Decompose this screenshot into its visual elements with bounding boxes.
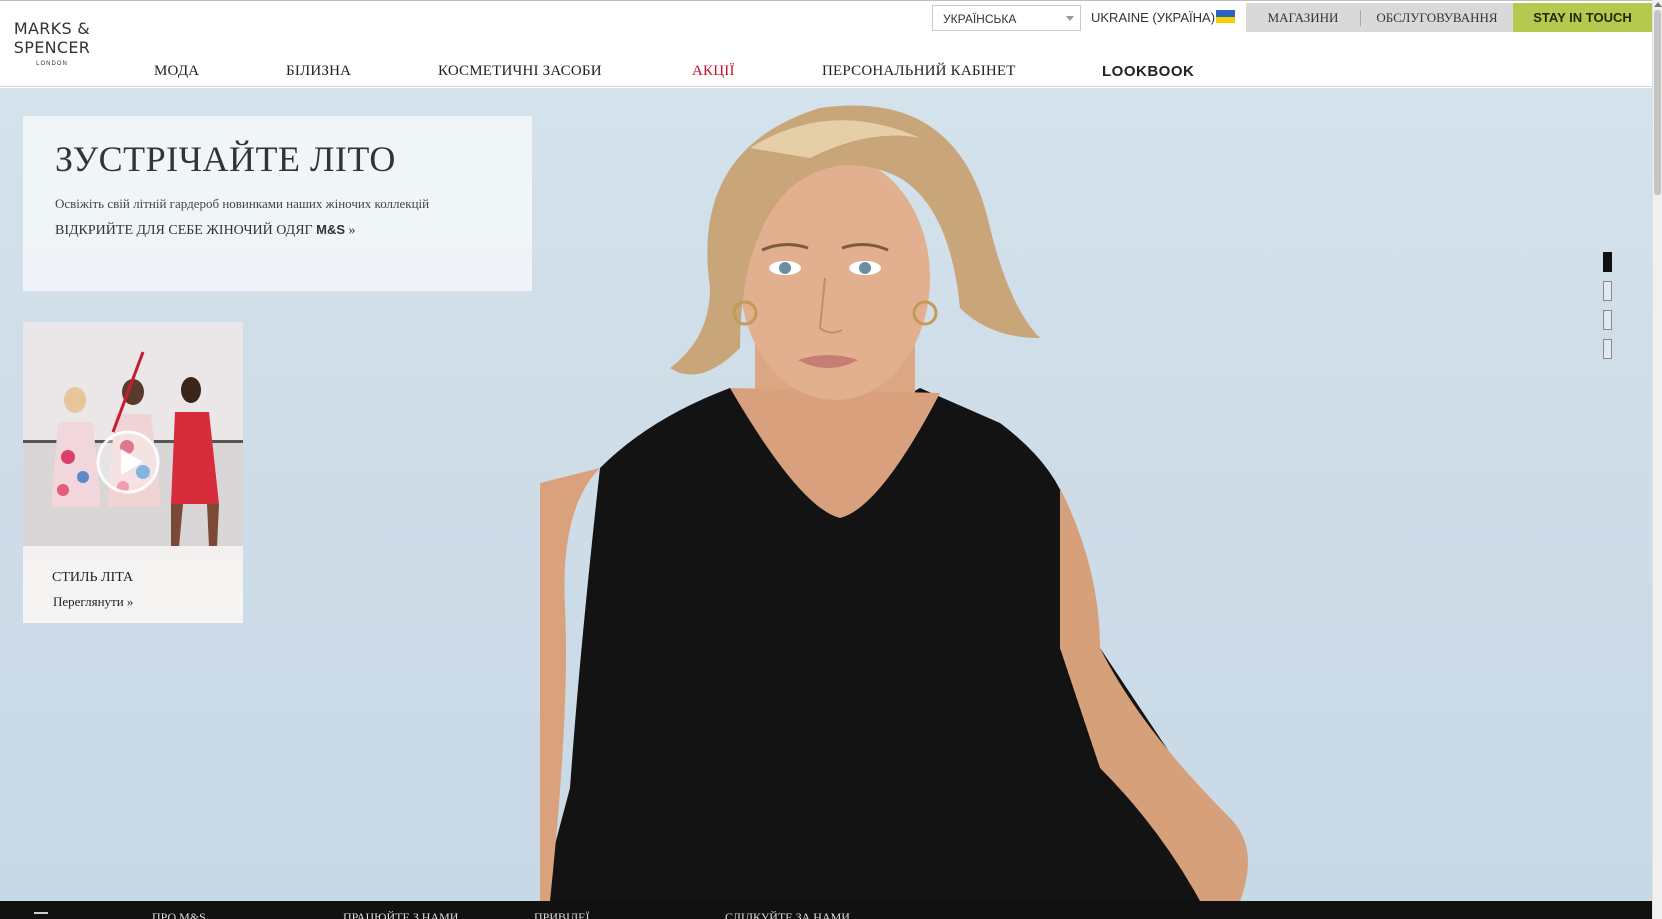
slide-dot-1[interactable] — [1603, 252, 1612, 272]
service-link[interactable]: ОБСЛУГОВУВАННЯ — [1361, 3, 1513, 32]
promo-subtitle: Освіжіть свій літній гардероб новинками … — [55, 196, 430, 211]
footer-item-follow-us[interactable]: СЛІДКУЙТЕ ЗА НАМИ — [725, 910, 850, 919]
video-card-title: СТИЛЬ ЛІТА — [52, 570, 134, 585]
promo-cta-text: ВІДКРИЙТЕ ДЛЯ СЕБЕ ЖІНОЧИЙ ОДЯГ — [55, 223, 313, 238]
nav-item-beauty[interactable]: КОСМЕТИЧНІ ЗАСОБИ — [438, 63, 602, 80]
promo-title: ЗУСТРІЧАЙТЕ ЛІТО — [55, 139, 396, 179]
promo-cta-brand: M&S — [316, 222, 346, 237]
logo-line-1: MARKS & — [13, 19, 91, 38]
slider-pagination — [1603, 252, 1613, 368]
footer-item-careers[interactable]: ПРАЦЮЙТЕ З НАМИ — [343, 910, 458, 919]
brand-logo[interactable]: MARKS & SPENCER LONDON — [10, 19, 94, 67]
video-card[interactable]: СТИЛЬ ЛІТА Переглянути » — [23, 322, 243, 623]
nav-item-lookbook[interactable]: LOOKBOOK — [1102, 63, 1194, 80]
chevron-down-icon — [1066, 16, 1074, 21]
site-footer: ПРО M&S ПРАЦЮЙТЕ З НАМИ ПРИВІЛЕЇ СЛІДКУЙ… — [0, 901, 1652, 919]
hero-banner[interactable]: ЗУСТРІЧАЙТЕ ЛІТО Освіжіть свій літній га… — [0, 88, 1652, 901]
promo-cta-arrow: » — [348, 223, 356, 238]
promo-panel: ЗУСТРІЧАЙТЕ ЛІТО Освіжіть свій літній га… — [23, 116, 532, 291]
nav-item-sale[interactable]: АКЦІЇ — [692, 63, 735, 80]
ukraine-flag-icon[interactable] — [1216, 10, 1235, 23]
video-card-link-text: Переглянути — [53, 594, 124, 609]
scroll-thumb[interactable] — [1654, 10, 1661, 195]
footer-item-privileges[interactable]: ПРИВІЛЕЇ — [534, 910, 589, 919]
slide-dot-3[interactable] — [1603, 310, 1612, 330]
footer-item-about[interactable]: ПРО M&S — [152, 910, 206, 919]
main-nav: МОДА БІЛИЗНА КОСМЕТИЧНІ ЗАСОБИ АКЦІЇ ПЕР… — [0, 63, 1240, 83]
play-icon[interactable] — [95, 429, 161, 495]
menu-icon[interactable] — [34, 912, 48, 914]
logo-line-2: SPENCER — [13, 38, 91, 57]
nav-item-personal-account[interactable]: ПЕРСОНАЛЬНИЙ КАБІНЕТ — [822, 63, 1016, 80]
hero-model-image — [540, 105, 1248, 901]
language-select[interactable]: УКРАЇНСЬКА — [932, 5, 1081, 31]
slide-dot-4[interactable] — [1603, 339, 1612, 359]
stay-in-touch-button[interactable]: STAY IN TOUCH — [1513, 3, 1652, 32]
nav-item-lingerie[interactable]: БІЛИЗНА — [286, 63, 351, 80]
video-card-link-arrow: » — [126, 594, 134, 609]
slide-dot-2[interactable] — [1603, 281, 1612, 301]
nav-item-fashion[interactable]: МОДА — [154, 63, 199, 80]
stores-link[interactable]: МАГАЗИНИ — [1246, 3, 1360, 32]
country-selector[interactable]: UKRAINE (УКРАЇНА) — [1091, 10, 1215, 25]
promo-cta-link[interactable]: ВІДКРИЙТЕ ДЛЯ СЕБЕ ЖІНОЧИЙ ОДЯГ M&S » — [55, 222, 356, 239]
language-select-value: УКРАЇНСЬКА — [943, 12, 1017, 26]
scroll-up-icon[interactable] — [1654, 2, 1662, 7]
page-scrollbar[interactable] — [1652, 0, 1662, 919]
video-card-link[interactable]: Переглянути » — [53, 594, 133, 610]
site-header: MARKS & SPENCER LONDON УКРАЇНСЬКА UKRAIN… — [0, 0, 1652, 87]
utility-bar: МАГАЗИНИ ОБСЛУГОВУВАННЯ STAY IN TOUCH — [1246, 3, 1652, 32]
